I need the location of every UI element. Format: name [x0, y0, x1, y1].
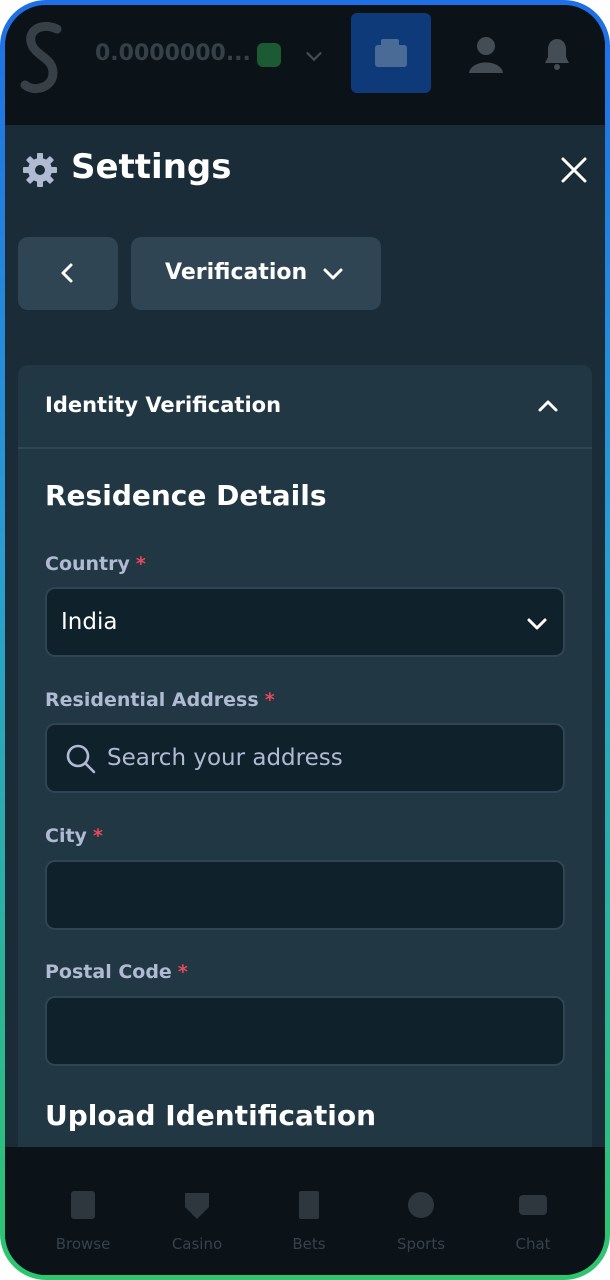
country-label-text: Country — [45, 553, 130, 575]
city-label: City * — [45, 825, 103, 847]
nav-label: Chat — [515, 1235, 551, 1253]
close-icon[interactable] — [557, 153, 591, 187]
required-marker: * — [177, 961, 188, 983]
wallet-button[interactable] — [351, 13, 431, 93]
top-app-bar: 0.0000000... — [5, 5, 605, 125]
postal-code-input[interactable] — [61, 998, 551, 1064]
accordion-title: Identity Verification — [45, 393, 282, 417]
chevron-down-icon — [527, 618, 547, 630]
chat-icon — [519, 1195, 547, 1215]
address-search-input[interactable] — [107, 725, 557, 791]
address-label: Residential Address * — [45, 689, 275, 711]
nav-item-browse[interactable]: Browse — [27, 1147, 139, 1275]
postal-code-label-text: Postal Code — [45, 961, 172, 983]
user-icon[interactable] — [465, 33, 507, 75]
page-title: Settings — [71, 147, 232, 187]
accordion-header-identity-verification[interactable]: Identity Verification — [18, 365, 592, 449]
settings-panel: Settings Verification Identity Verificat… — [5, 125, 605, 1165]
country-select[interactable]: India — [45, 587, 565, 657]
residence-details-heading: Residence Details — [45, 479, 327, 512]
required-marker: * — [264, 689, 275, 711]
gear-icon — [23, 153, 57, 187]
ball-icon — [408, 1192, 434, 1218]
nav-label: Sports — [396, 1235, 446, 1253]
nav-label: Casino — [171, 1235, 223, 1253]
ticket-icon — [299, 1191, 319, 1219]
identity-verification-card: Identity Verification Residence Details … — [18, 365, 592, 1165]
postal-code-label: Postal Code * — [45, 961, 188, 983]
section-select-value: Verification — [165, 260, 308, 285]
city-field — [45, 860, 565, 930]
nav-label: Bets — [292, 1235, 326, 1253]
settings-section-dropdown[interactable]: Verification — [131, 237, 381, 310]
wallet-icon — [375, 39, 407, 67]
city-label-text: City — [45, 825, 87, 847]
required-marker: * — [92, 825, 103, 847]
chevron-down-icon[interactable] — [303, 45, 325, 67]
currency-icon — [257, 43, 281, 67]
balance-amount[interactable]: 0.0000000... — [95, 41, 251, 66]
address-field — [45, 723, 565, 793]
back-button[interactable] — [18, 237, 118, 310]
upload-identification-heading: Upload Identification — [45, 1099, 377, 1132]
nav-item-casino[interactable]: Casino — [141, 1147, 253, 1275]
device-frame: 0.0000000... Settings Verification Ident… — [0, 0, 610, 1280]
screen: 0.0000000... Settings Verification Ident… — [5, 5, 605, 1275]
bottom-navigation: Browse Casino Bets Sports Chat — [5, 1147, 605, 1275]
search-icon — [66, 744, 96, 774]
address-label-text: Residential Address — [45, 689, 259, 711]
nav-item-bets[interactable]: Bets — [253, 1147, 365, 1275]
chevron-up-icon — [538, 400, 558, 412]
city-input[interactable] — [61, 862, 551, 928]
chevron-left-icon — [61, 263, 73, 283]
nav-item-sports[interactable]: Sports — [365, 1147, 477, 1275]
required-marker: * — [135, 553, 146, 575]
postal-code-field — [45, 996, 565, 1066]
nav-label: Browse — [55, 1235, 111, 1253]
bell-icon[interactable] — [537, 33, 577, 73]
nav-item-chat[interactable]: Chat — [477, 1147, 589, 1275]
book-icon — [71, 1191, 95, 1219]
chevron-down-icon — [323, 268, 343, 280]
country-value: India — [61, 609, 118, 635]
brand-logo — [20, 21, 62, 93]
card-icon — [185, 1193, 209, 1219]
country-label: Country * — [45, 553, 146, 575]
